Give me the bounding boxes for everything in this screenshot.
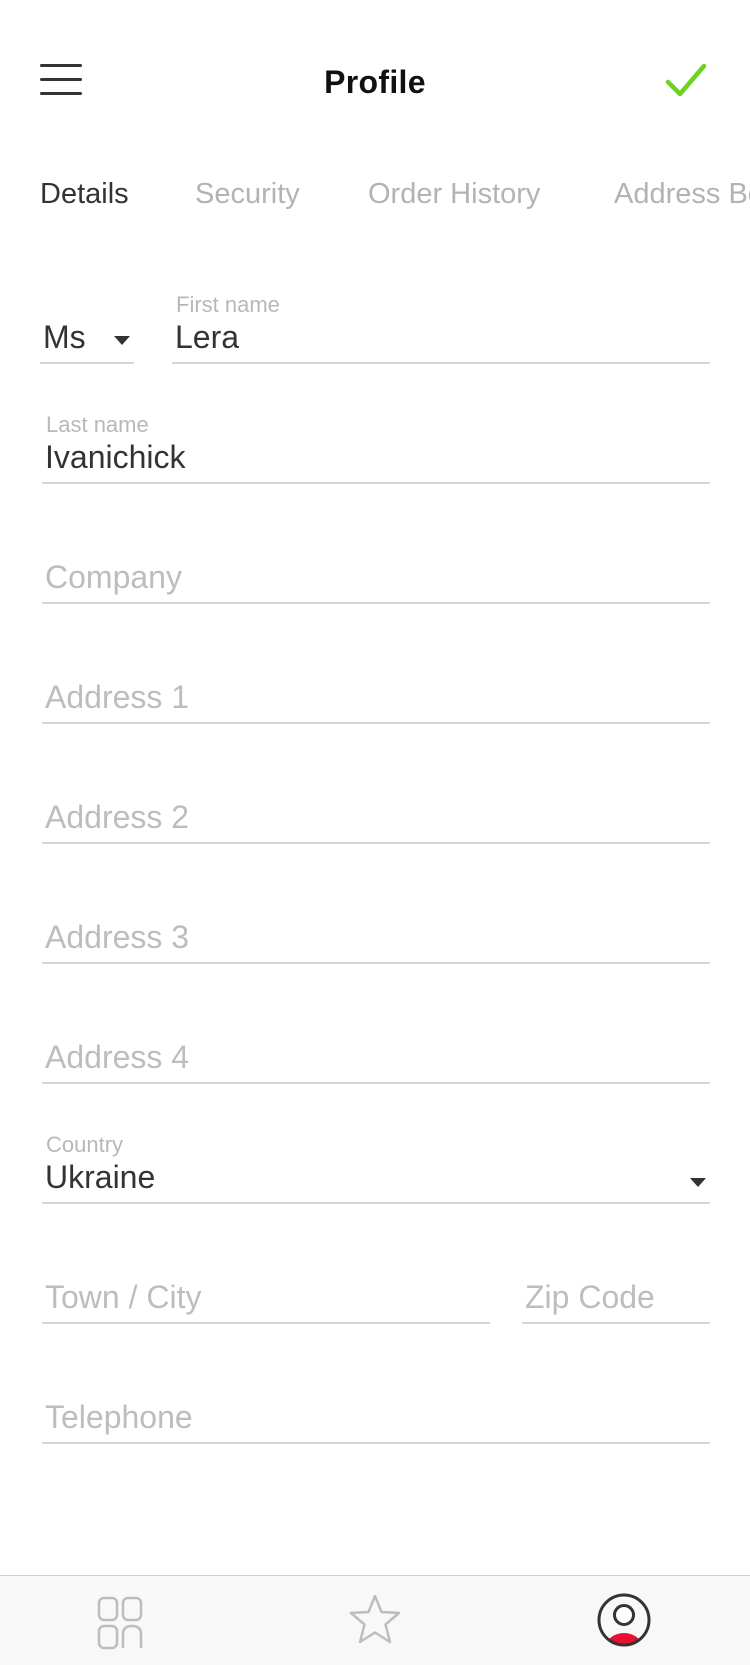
first-name-field[interactable]: First name Lera [172,292,710,364]
telephone-placeholder: Telephone [45,1399,193,1435]
tab-details[interactable]: Details [40,178,129,211]
zip-code-field[interactable]: Zip Code [522,1260,710,1324]
company-field[interactable]: Company [42,540,710,604]
checkmark-icon[interactable] [660,60,712,104]
address2-field[interactable]: Address 2 [42,780,710,844]
chevron-down-icon [690,1178,706,1187]
tab-security[interactable]: Security [195,178,300,211]
page-title: Profile [324,64,426,100]
first-name-value: Lera [175,319,240,355]
company-placeholder: Company [45,559,182,595]
address4-field[interactable]: Address 4 [42,1020,710,1084]
chevron-down-icon [114,336,130,345]
town-city-field[interactable]: Town / City [42,1260,490,1324]
country-label: Country [46,1132,124,1157]
address1-field[interactable]: Address 1 [42,660,710,724]
last-name-field[interactable]: Last name Ivanichick [42,412,710,484]
town-city-placeholder: Town / City [45,1279,202,1315]
tab-address-book[interactable]: Address Book [614,178,750,211]
address3-placeholder: Address 3 [45,919,190,955]
address3-field[interactable]: Address 3 [42,900,710,964]
bottom-tab-bar [0,1575,750,1665]
telephone-field[interactable]: Telephone [42,1380,710,1444]
address1-placeholder: Address 1 [45,679,190,715]
first-name-label: First name [176,292,280,317]
address2-placeholder: Address 2 [45,799,190,835]
app-header: Profile [0,0,750,170]
country-select[interactable]: Country Ukraine [42,1132,710,1204]
tab-order-history[interactable]: Order History [368,178,540,211]
star-icon[interactable] [345,1590,405,1650]
last-name-value: Ivanichick [45,439,186,475]
title-select[interactable]: Ms [40,300,134,364]
user-profile-icon[interactable] [594,1590,654,1650]
title-select-value: Ms [43,319,86,355]
zip-code-placeholder: Zip Code [525,1279,655,1315]
grid-icon[interactable] [90,1590,150,1650]
profile-tabs: Details Security Order History Address B… [0,172,750,222]
country-value: Ukraine [45,1159,156,1195]
address4-placeholder: Address 4 [45,1039,190,1075]
last-name-label: Last name [46,412,149,437]
